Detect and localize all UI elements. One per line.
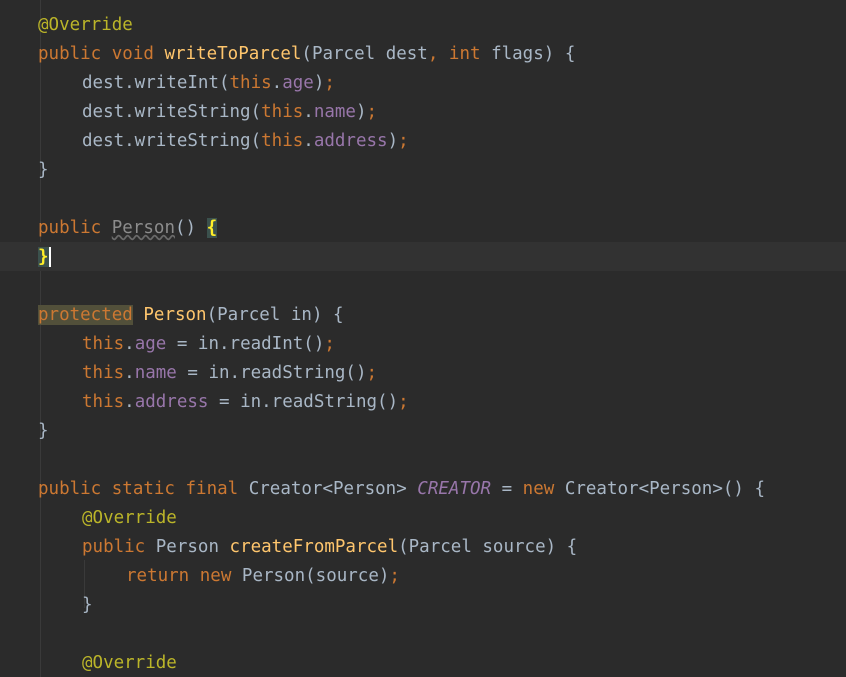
code-token: Creator<Person>() { (564, 479, 766, 499)
code-token: . (124, 334, 135, 354)
code-token: this (261, 131, 304, 151)
code-token: ; (389, 566, 400, 586)
code-line[interactable]: public static final Creator<Person> CREA… (38, 475, 765, 504)
code-token: { (206, 218, 218, 238)
code-token: public void (38, 44, 165, 64)
code-token: this (82, 334, 125, 354)
code-token: ; (366, 102, 378, 122)
code-token: name (313, 102, 356, 122)
code-token: ; (398, 131, 409, 151)
code-token: ) (355, 102, 367, 122)
code-token: createFromParcel (229, 537, 399, 557)
code-token: } (38, 421, 49, 441)
code-token: , (427, 44, 449, 64)
code-line[interactable]: dest.writeString(this.name); (82, 98, 377, 127)
code-line[interactable]: dest.writeString(this.address); (82, 127, 409, 156)
code-token: address (313, 131, 388, 151)
code-token: public (38, 218, 112, 238)
code-token: = in.readString() (176, 363, 367, 383)
code-token: this (229, 73, 272, 93)
code-token: (Parcel source) { (398, 537, 578, 557)
code-token: Person(source) (241, 566, 390, 586)
code-token: . (303, 131, 314, 151)
code-line[interactable]: @Override (38, 11, 133, 40)
code-token: @Override (82, 508, 177, 528)
code-token: CREATOR (417, 479, 492, 499)
code-token: . (303, 102, 314, 122)
code-token: this (82, 363, 125, 383)
code-line[interactable]: } (38, 243, 51, 272)
code-line[interactable]: this.address = in.readString(); (82, 388, 409, 417)
code-token: this (261, 102, 304, 122)
code-token: age (134, 334, 167, 354)
code-token: @Override (38, 15, 133, 35)
code-line[interactable]: public Person createFromParcel(Parcel so… (82, 533, 577, 562)
code-line[interactable]: return new Person(source); (126, 562, 400, 591)
code-line[interactable]: @Override (82, 504, 177, 533)
code-token: = in.readString() (208, 392, 399, 412)
code-token: dest.writeString( (82, 131, 262, 151)
code-editor[interactable]: @Override public void writeToParcel(Parce… (0, 0, 846, 677)
code-token: } (38, 247, 51, 267)
code-token: writeToParcel (164, 44, 302, 64)
code-token: ; (398, 392, 409, 412)
code-token: (Parcel dest (301, 44, 428, 64)
code-line[interactable]: public void writeToParcel(Parcel dest, i… (38, 40, 575, 69)
code-token: ; (324, 334, 335, 354)
code-token: Creator<Person> (248, 479, 418, 499)
code-token: ) (387, 131, 399, 151)
code-token: new (522, 479, 565, 499)
code-token: public (82, 537, 156, 557)
code-token: public static final (38, 479, 249, 499)
code-line[interactable]: dest.writeInt(this.age); (82, 69, 335, 98)
code-token: int (448, 44, 492, 64)
code-token: . (124, 392, 135, 412)
code-token: Person (155, 537, 230, 557)
code-token: Person (143, 305, 207, 325)
code-line[interactable]: this.age = in.readInt(); (82, 330, 335, 359)
code-token: () (174, 218, 207, 238)
code-line[interactable]: @Override (82, 649, 177, 677)
code-line[interactable]: } (38, 417, 49, 446)
code-token: ; (366, 363, 378, 383)
current-line-highlight (0, 242, 846, 271)
indent-guide (40, 0, 41, 677)
code-token: Person (111, 218, 175, 238)
code-token: address (134, 392, 209, 412)
code-token: (Parcel in) { (206, 305, 344, 325)
code-token: = (491, 479, 523, 499)
code-token: } (82, 595, 93, 615)
code-token: age (282, 73, 314, 93)
code-line[interactable]: } (38, 156, 49, 185)
code-token: ) (313, 73, 325, 93)
code-token: dest.writeInt( (82, 73, 230, 93)
code-line[interactable]: } (82, 591, 93, 620)
code-token: return new (126, 566, 242, 586)
code-token: = in.readInt() (166, 334, 325, 354)
code-token: name (134, 363, 177, 383)
code-line[interactable]: this.name = in.readString(); (82, 359, 377, 388)
code-token: protected (38, 305, 133, 325)
code-token: flags) { (491, 44, 576, 64)
code-token: } (38, 160, 49, 180)
code-token: this (82, 392, 125, 412)
code-token: @Override (82, 653, 177, 673)
code-token: . (271, 73, 283, 93)
code-line[interactable]: public Person() { (38, 214, 218, 243)
code-token: ; (324, 73, 335, 93)
code-token: dest.writeString( (82, 102, 262, 122)
code-token: . (124, 363, 135, 383)
code-line[interactable]: protected Person(Parcel in) { (38, 301, 344, 330)
